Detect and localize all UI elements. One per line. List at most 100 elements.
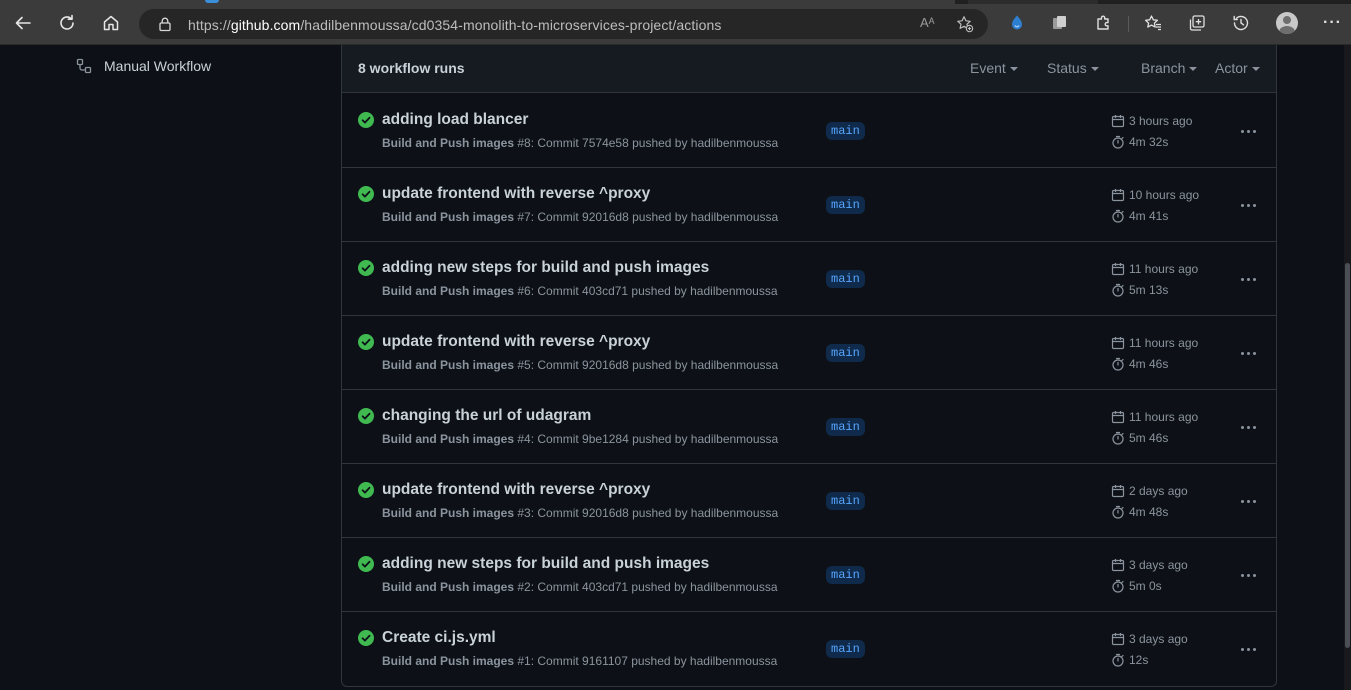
favorites-icon[interactable]: [1143, 13, 1163, 33]
run-title-link[interactable]: update frontend with reverse ^proxy: [382, 333, 650, 351]
caret-down-icon: [1251, 67, 1260, 71]
inactive-tab[interactable]: [968, 0, 1098, 4]
refresh-button[interactable]: [55, 11, 79, 35]
run-more-options-button[interactable]: [1238, 195, 1258, 215]
sidebar-item-manual-workflow[interactable]: Manual Workflow: [76, 56, 211, 76]
workflow-run-row[interactable]: Create ci.js.yml Build and Push images #1…: [342, 612, 1276, 686]
url-text[interactable]: https://github.com/hadilbenmoussa/cd0354…: [188, 17, 721, 33]
add-favorite-icon[interactable]: [956, 15, 974, 33]
run-duration-value: 4m 48s: [1129, 505, 1169, 519]
run-relative-time: 11 hours ago: [1129, 262, 1199, 276]
browser-menu-icon[interactable]: ···: [1323, 14, 1342, 32]
run-more-options-button[interactable]: [1238, 343, 1258, 363]
extension-icon[interactable]: [1007, 13, 1027, 33]
status-filter[interactable]: Status: [1047, 60, 1099, 76]
run-description: Build and Push images #8: Commit 7574e58…: [382, 136, 778, 150]
calendar-icon: [1111, 559, 1125, 572]
run-title-link[interactable]: adding load blancer: [382, 111, 528, 129]
workflow-run-row[interactable]: changing the url of udagram Build and Pus…: [342, 390, 1276, 464]
history-icon[interactable]: [1231, 13, 1251, 33]
stopwatch-icon: [1112, 357, 1124, 371]
actor-filter[interactable]: Actor: [1215, 60, 1260, 76]
branch-label[interactable]: main: [826, 196, 865, 214]
extensions-icon[interactable]: [1094, 13, 1114, 33]
run-date: 11 hours ago: [1111, 336, 1198, 350]
run-relative-time: 10 hours ago: [1129, 188, 1200, 202]
event-filter[interactable]: Event: [970, 60, 1018, 76]
run-title-link[interactable]: changing the url of udagram: [382, 407, 591, 425]
workflow-run-row[interactable]: adding new steps for build and push imag…: [342, 538, 1276, 612]
run-title-link[interactable]: Create ci.js.yml: [382, 629, 496, 647]
run-title-link[interactable]: update frontend with reverse ^proxy: [382, 481, 650, 499]
workflow-name: Build and Push images: [382, 210, 515, 224]
run-description: Build and Push images #3: Commit 92016d8…: [382, 506, 778, 520]
active-tab[interactable]: [0, 0, 955, 4]
workflow-run-row[interactable]: update frontend with reverse ^proxy Build…: [342, 464, 1276, 538]
run-duration: 4m 46s: [1111, 357, 1168, 371]
run-duration: 12s: [1111, 653, 1148, 667]
run-relative-time: 2 days ago: [1129, 484, 1188, 498]
stopwatch-icon: [1112, 579, 1124, 593]
branch-label[interactable]: main: [826, 566, 865, 584]
run-detail: #5: Commit 92016d8 pushed by hadilbenmou…: [514, 358, 779, 372]
workflow-name: Build and Push images: [382, 580, 515, 594]
browser-toolbar: https://github.com/hadilbenmoussa/cd0354…: [0, 0, 1351, 45]
run-relative-time: 11 hours ago: [1129, 410, 1199, 424]
scrollbar-thumb[interactable]: [1345, 263, 1350, 648]
workflow-name: Build and Push images: [382, 506, 515, 520]
branch-label[interactable]: main: [826, 418, 865, 436]
sidebar-item-label: Manual Workflow: [104, 58, 212, 74]
run-more-options-button[interactable]: [1238, 639, 1258, 659]
address-bar[interactable]: https://github.com/hadilbenmoussa/cd0354…: [139, 9, 988, 39]
stopwatch-icon: [1112, 209, 1124, 223]
back-button[interactable]: [11, 11, 35, 35]
run-relative-time: 3 days ago: [1129, 558, 1188, 572]
workflow-run-row[interactable]: update frontend with reverse ^proxy Build…: [342, 316, 1276, 390]
collections-extension-icon[interactable]: [1050, 13, 1070, 33]
run-more-options-button[interactable]: [1238, 491, 1258, 511]
home-icon: [103, 15, 119, 31]
calendar-icon: [1111, 115, 1125, 128]
success-check-icon: [358, 260, 374, 276]
calendar-icon: [1111, 633, 1125, 646]
run-more-options-button[interactable]: [1238, 565, 1258, 585]
page-scrollbar[interactable]: [1344, 45, 1351, 690]
run-duration: 4m 48s: [1111, 505, 1168, 519]
workflow-name: Build and Push images: [382, 284, 515, 298]
calendar-icon: [1111, 263, 1125, 276]
run-date: 2 days ago: [1111, 484, 1188, 498]
run-title-link[interactable]: update frontend with reverse ^proxy: [382, 185, 650, 203]
read-aloud-icon[interactable]: Aᴬ: [920, 15, 935, 30]
refresh-icon: [60, 14, 74, 30]
run-title-link[interactable]: adding new steps for build and push imag…: [382, 555, 709, 573]
branch-label[interactable]: main: [826, 270, 865, 288]
branch-label[interactable]: main: [826, 492, 865, 510]
run-description: Build and Push images #4: Commit 9be1284…: [382, 432, 778, 446]
workflow-run-row[interactable]: adding load blancer Build and Push images…: [342, 94, 1276, 168]
run-duration-value: 5m 46s: [1129, 431, 1169, 445]
stopwatch-icon: [1112, 653, 1124, 667]
workflow-icon: [76, 58, 92, 74]
run-more-options-button[interactable]: [1238, 269, 1258, 289]
run-more-options-button[interactable]: [1238, 121, 1258, 141]
run-duration: 5m 0s: [1111, 579, 1162, 593]
success-check-icon: [358, 408, 374, 424]
lock-icon[interactable]: [157, 16, 173, 32]
run-duration-value: 4m 46s: [1129, 357, 1169, 371]
branch-label[interactable]: main: [826, 344, 865, 362]
calendar-icon: [1111, 189, 1125, 202]
branch-filter[interactable]: Branch: [1141, 60, 1198, 76]
home-button[interactable]: [99, 11, 123, 35]
collections-icon[interactable]: [1187, 13, 1207, 33]
run-more-options-button[interactable]: [1238, 417, 1258, 437]
run-date: 3 hours ago: [1111, 114, 1192, 128]
workflow-run-row[interactable]: update frontend with reverse ^proxy Build…: [342, 168, 1276, 242]
run-description: Build and Push images #7: Commit 92016d8…: [382, 210, 778, 224]
workflow-name: Build and Push images: [382, 358, 515, 372]
branch-label[interactable]: main: [826, 122, 865, 140]
profile-avatar[interactable]: [1276, 12, 1298, 34]
workflow-run-row[interactable]: adding new steps for build and push imag…: [342, 242, 1276, 316]
run-title-link[interactable]: adding new steps for build and push imag…: [382, 259, 709, 277]
branch-label[interactable]: main: [826, 640, 865, 658]
calendar-icon: [1111, 337, 1125, 350]
